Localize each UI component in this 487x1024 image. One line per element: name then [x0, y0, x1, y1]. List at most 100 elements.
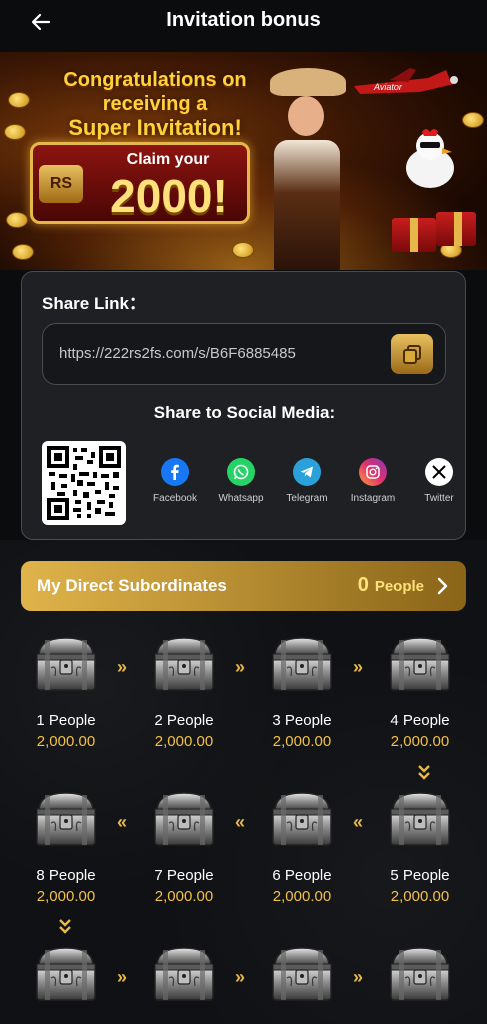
- qr-code-image: [47, 446, 121, 520]
- treasure-chest-icon: [269, 944, 335, 1004]
- chevrons-down-icon: [58, 918, 72, 939]
- instagram-icon: [359, 458, 387, 486]
- chevrons-right-icon: »: [117, 657, 127, 677]
- reward-tier-card[interactable]: 5 People 2,000.00: [372, 789, 468, 913]
- treasure-chest-icon: [387, 789, 453, 849]
- tier-people: 6 People: [272, 867, 332, 884]
- hero-body: [274, 140, 340, 270]
- tier-people: 8 People: [36, 867, 96, 884]
- chevrons-right-icon: »: [235, 657, 245, 677]
- share-facebook-button[interactable]: Facebook: [142, 458, 208, 504]
- treasure-chest-icon: [33, 944, 99, 1004]
- chevrons-left-icon: «: [353, 812, 363, 832]
- subordinates-title: My Direct Subordinates: [37, 576, 227, 595]
- reward-tier-card[interactable]: 8 People 2,000.00: [18, 789, 114, 913]
- x-icon: [425, 458, 453, 486]
- tier-amount: 2,000.00: [272, 888, 332, 905]
- coin-icon: [462, 112, 484, 128]
- back-button[interactable]: [24, 8, 58, 36]
- claim-amount: 2000!: [110, 170, 228, 222]
- tier-amount: 2,000.00: [36, 733, 96, 750]
- share-link-title: Share Link：: [42, 294, 146, 313]
- treasure-chest-icon: [151, 789, 217, 849]
- reward-tier-card[interactable]: 10 People: [136, 944, 232, 1024]
- social-label: Whatsapp: [218, 493, 264, 504]
- reward-tier-card[interactable]: 20 People: [372, 944, 468, 1024]
- whatsapp-icon: [227, 458, 255, 486]
- coin-icon: [8, 92, 30, 108]
- social-share-list: Facebook Whatsapp Telegram Instagram Twi…: [142, 458, 462, 518]
- currency-badge: RS: [39, 165, 83, 203]
- share-twitter-button[interactable]: Twitter: [406, 458, 472, 504]
- social-media-title: Share to Social Media:: [153, 403, 336, 422]
- qr-code[interactable]: [42, 441, 126, 525]
- subordinates-count: 0: [357, 574, 369, 596]
- share-instagram-button[interactable]: Instagram: [340, 458, 406, 504]
- reward-tier-card[interactable]: 3 People 2,000.00: [254, 634, 350, 758]
- tier-people: 2 People: [154, 712, 214, 729]
- chevrons-right-icon: »: [117, 967, 127, 987]
- reward-tier-card[interactable]: 15 People: [254, 944, 350, 1024]
- tier-people: 3 People: [272, 712, 332, 729]
- hero-face: [288, 96, 324, 136]
- treasure-chest-icon: [269, 789, 335, 849]
- tier-amount: 2,000.00: [390, 888, 450, 905]
- share-whatsapp-button[interactable]: Whatsapp: [208, 458, 274, 504]
- headline-line: Congratulations on: [63, 69, 247, 91]
- reward-tier-card[interactable]: 1 People 2,000.00: [18, 634, 114, 758]
- tier-amount: 2,000.00: [390, 733, 450, 750]
- reward-tier-card[interactable]: 4 People 2,000.00: [372, 634, 468, 758]
- copy-button[interactable]: [391, 334, 433, 374]
- tier-amount: 2,000.00: [154, 888, 214, 905]
- chevrons-right-icon: »: [353, 967, 363, 987]
- gift-box-icon: [436, 212, 476, 246]
- chicken-icon: [406, 129, 454, 188]
- tier-people: 1 People: [36, 712, 96, 729]
- promo-banner[interactable]: Congratulations on receiving a Super Inv…: [0, 52, 487, 270]
- facebook-icon: [161, 458, 189, 486]
- gift-box-icon: [392, 218, 436, 252]
- treasure-chest-icon: [387, 634, 453, 694]
- share-panel: Share Link： https://222rs2fs.com/s/B6F68…: [21, 271, 466, 540]
- social-label: Telegram: [286, 493, 328, 504]
- plane-label: Aviator: [373, 82, 403, 92]
- treasure-chest-icon: [33, 789, 99, 849]
- hero-hat: [270, 68, 346, 96]
- chevron-right-icon: [437, 577, 448, 595]
- reward-tier-card[interactable]: 9 People: [18, 944, 114, 1024]
- subordinates-unit: People: [374, 578, 424, 595]
- headline-line: receiving a: [102, 93, 208, 115]
- share-link-text[interactable]: https://222rs2fs.com/s/B6F6885485: [59, 345, 296, 362]
- claim-label: Claim your: [126, 151, 210, 168]
- chevrons-down-icon: [417, 764, 431, 785]
- chevrons-right-icon: »: [235, 967, 245, 987]
- treasure-chest-icon: [151, 634, 217, 694]
- coin-icon: [4, 124, 26, 140]
- direct-subordinates-button[interactable]: My Direct Subordinates 0 People: [21, 561, 466, 611]
- reward-tier-card[interactable]: 7 People 2,000.00: [136, 789, 232, 913]
- claim-box: RS Claim your 2000!: [30, 142, 250, 224]
- treasure-chest-icon: [33, 634, 99, 694]
- copy-icon: [403, 345, 421, 364]
- page-title: Invitation bonus: [166, 8, 321, 31]
- chevrons-left-icon: «: [235, 812, 245, 832]
- telegram-icon: [293, 458, 321, 486]
- social-label: Twitter: [424, 493, 454, 504]
- chevrons-left-icon: «: [117, 812, 127, 832]
- top-bar: Invitation bonus: [0, 0, 487, 52]
- treasure-chest-icon: [269, 634, 335, 694]
- tier-people: 5 People: [390, 867, 450, 884]
- treasure-chest-icon: [387, 944, 453, 1004]
- social-label: Facebook: [153, 493, 197, 504]
- reward-tier-card[interactable]: 6 People 2,000.00: [254, 789, 350, 913]
- tier-amount: 2,000.00: [154, 733, 214, 750]
- reward-tier-card[interactable]: 2 People 2,000.00: [136, 634, 232, 758]
- share-link-field[interactable]: https://222rs2fs.com/s/B6F6885485: [42, 323, 446, 385]
- share-telegram-button[interactable]: Telegram: [274, 458, 340, 504]
- subordinates-count-group: 0 People: [358, 574, 424, 597]
- airplane-icon: Aviator: [354, 68, 458, 94]
- chevrons-right-icon: »: [353, 657, 363, 677]
- coin-icon: [12, 244, 34, 260]
- cowgirl-illustration: [250, 62, 350, 270]
- social-label: Instagram: [350, 493, 396, 504]
